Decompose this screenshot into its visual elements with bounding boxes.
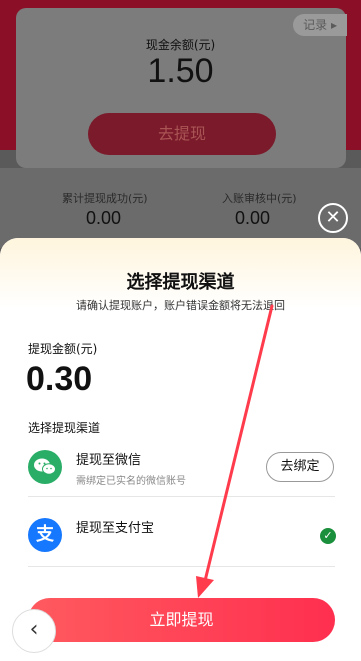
channel-desc-wechat: 需绑定已实名的微信账号 bbox=[76, 476, 186, 487]
amount-value: 0.30 bbox=[26, 360, 93, 398]
amount-label: 提现金额(元) bbox=[28, 342, 98, 356]
divider bbox=[28, 566, 335, 567]
sheet-subtitle: 请确认提现账户，账户错误金额将无法退回 bbox=[76, 299, 285, 312]
record-link[interactable]: 记录 ▸ bbox=[293, 14, 347, 36]
bind-wechat-button[interactable]: 去绑定 bbox=[266, 452, 334, 482]
channel-title-wechat: 提现至微信 bbox=[76, 453, 142, 468]
channel-label: 选择提现渠道 bbox=[28, 421, 101, 435]
alipay-icon: 支 bbox=[28, 518, 62, 552]
stat-total-label: 累计提现成功(元) bbox=[62, 192, 148, 205]
channel-title-alipay: 提现至支付宝 bbox=[76, 521, 155, 536]
withdraw-button[interactable]: 去提现 bbox=[88, 113, 276, 155]
divider bbox=[28, 496, 335, 497]
close-icon[interactable]: ✕ bbox=[318, 203, 348, 233]
background-stats-area bbox=[0, 168, 361, 248]
stat-total-value: 0.00 bbox=[86, 208, 122, 228]
submit-withdraw-button[interactable]: 立即提现 bbox=[28, 598, 335, 642]
record-label: 记录 bbox=[303, 18, 328, 32]
wechat-icon bbox=[28, 450, 62, 484]
balance-value: 1.50 bbox=[147, 52, 214, 90]
selected-check-icon[interactable]: ✓ bbox=[320, 528, 336, 544]
balance-label: 现金余额(元) bbox=[145, 38, 216, 52]
withdraw-channel-sheet: 选择提现渠道 请确认提现账户，账户错误金额将无法退回 提现金额(元) 0.30 … bbox=[0, 238, 361, 661]
stat-pending-value: 0.00 bbox=[235, 208, 271, 228]
sheet-title: 选择提现渠道 bbox=[126, 272, 235, 293]
stat-pending-label: 入账审核中(元) bbox=[222, 192, 297, 205]
back-icon[interactable]: ‹ bbox=[12, 609, 56, 653]
